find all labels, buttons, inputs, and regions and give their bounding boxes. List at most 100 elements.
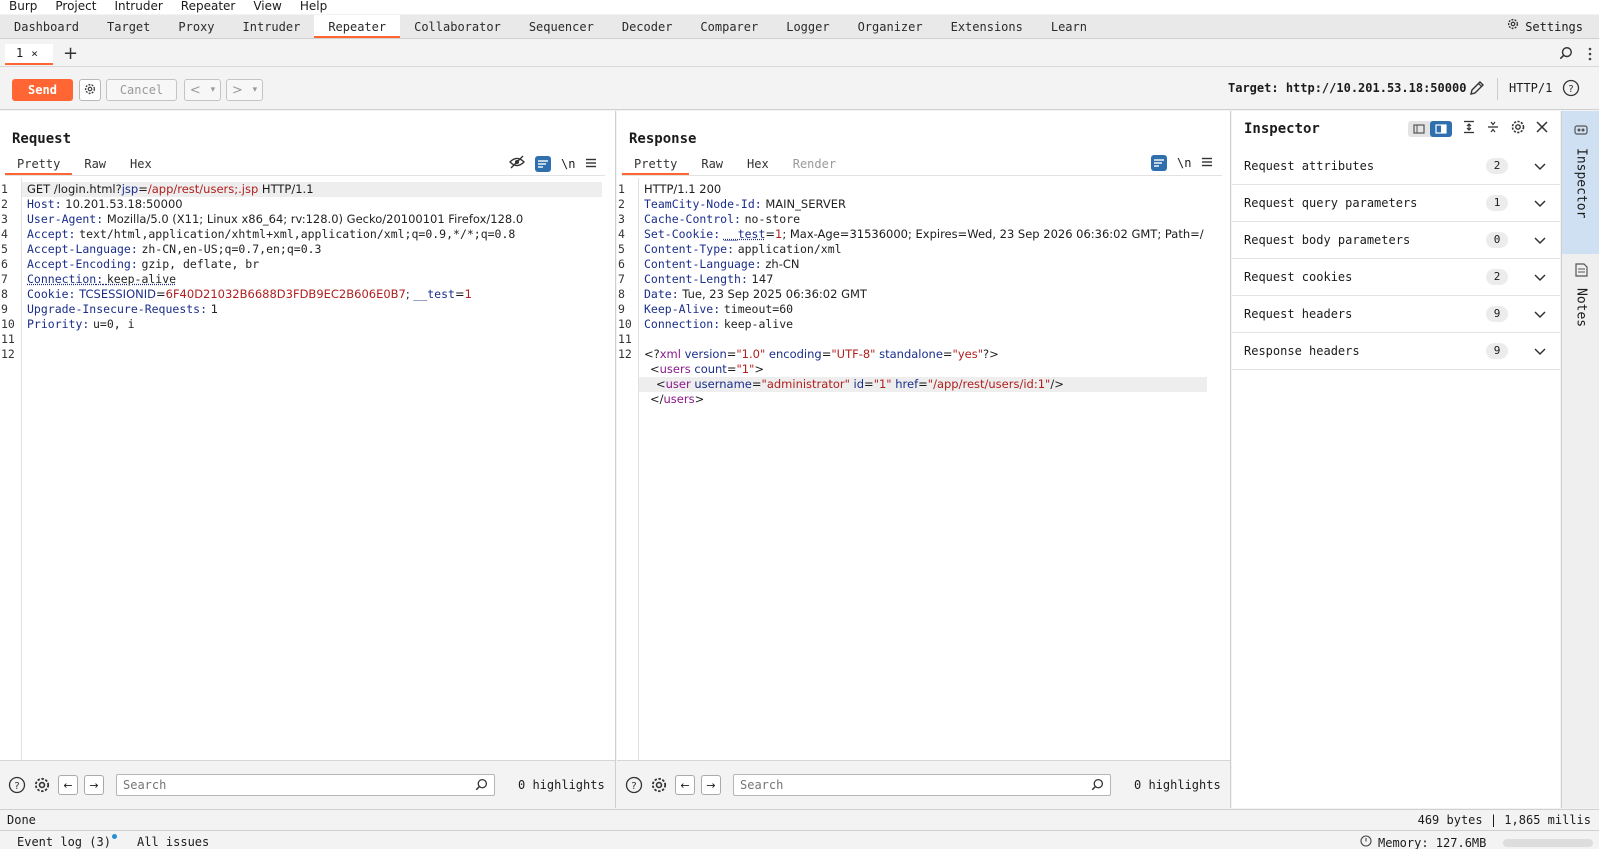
wrap-lines-icon[interactable] [1151, 155, 1167, 171]
gear-icon[interactable] [649, 775, 669, 795]
inspector-section-request-headers[interactable]: Request headers 9 [1232, 296, 1560, 333]
chevron-down-icon [1534, 160, 1546, 174]
tab-sequencer[interactable]: Sequencer [515, 15, 608, 38]
menu-help[interactable]: Help [291, 0, 336, 14]
inspector-section-request-cookies[interactable]: Request cookies 2 [1232, 259, 1560, 296]
status-text: Done [7, 813, 36, 827]
search-previous-button[interactable]: ← [58, 775, 78, 795]
wrap-lines-icon[interactable] [535, 155, 551, 172]
chevron-down-icon [1534, 271, 1546, 285]
code-line: 1 GET /login.html?jsp=/app/rest/users;.js… [0, 182, 602, 197]
main-tabs: Dashboard Target Proxy Intruder Repeater… [0, 15, 1599, 39]
menu-repeater[interactable]: Repeater [172, 0, 245, 14]
hamburger-menu-icon[interactable] [585, 157, 597, 171]
all-issues-link[interactable]: All issues [137, 835, 209, 849]
inspector-section-body-parameters[interactable]: Request body parameters 0 [1232, 222, 1560, 259]
cancel-button[interactable]: Cancel [106, 79, 177, 101]
tab-learn[interactable]: Learn [1037, 15, 1101, 38]
tab-repeater[interactable]: Repeater [314, 15, 401, 38]
search-next-button[interactable]: → [701, 775, 721, 795]
send-button[interactable]: Send [12, 79, 73, 101]
menu-dots-icon[interactable] [1587, 46, 1593, 65]
menu-intruder[interactable]: Intruder [105, 0, 171, 14]
help-icon[interactable]: ? [7, 775, 27, 795]
settings-button[interactable]: Settings [1506, 15, 1583, 39]
chevron-down-icon [1534, 308, 1546, 322]
hide-eye-icon[interactable] [509, 155, 525, 172]
hamburger-menu-icon[interactable] [1201, 156, 1213, 170]
gear-icon [1506, 15, 1520, 39]
request-tab-hex[interactable]: Hex [118, 155, 164, 175]
notification-dot [112, 834, 117, 839]
gear-icon[interactable] [32, 775, 52, 795]
chevron-down-icon: ▾ [252, 85, 258, 95]
list-view-icon[interactable] [1408, 121, 1430, 137]
collapse-all-icon[interactable] [1486, 120, 1500, 137]
code-line: 4 Set-Cookie: __test=1; Max-Age=31536000;… [618, 227, 1204, 241]
search-previous-button[interactable]: ← [675, 775, 695, 795]
forward-button[interactable]: > ▾ [226, 79, 263, 101]
request-tab-raw[interactable]: Raw [72, 155, 118, 175]
edit-target-icon[interactable] [1468, 79, 1486, 100]
help-icon[interactable]: ? [1562, 79, 1580, 100]
gear-icon[interactable] [1510, 119, 1526, 138]
response-tab-render[interactable]: Render [781, 155, 848, 175]
back-button[interactable]: < ▾ [184, 79, 221, 101]
menu-burp[interactable]: Burp [0, 0, 46, 14]
menu-project[interactable]: Project [46, 0, 105, 14]
memory-icon [1360, 835, 1372, 849]
event-log-link[interactable]: Event log (3) [17, 835, 111, 849]
response-tab-pretty[interactable]: Pretty [622, 155, 690, 175]
request-editor[interactable]: 1 GET /login.html?jsp=/app/rest/users;.js… [0, 178, 615, 760]
code-line: <user username="administrator" id="1" hr… [617, 377, 1207, 392]
toolbar-divider [1497, 78, 1498, 100]
chevron-left-icon: < [189, 82, 201, 98]
show-newlines-toggle[interactable]: \n [561, 157, 575, 171]
request-highlights-count: 0 highlights [518, 778, 605, 792]
tab-collaborator[interactable]: Collaborator [400, 15, 515, 38]
sidebar-tab-inspector[interactable]: Inspector [1562, 111, 1599, 254]
svg-text:?: ? [14, 781, 19, 792]
search-icon[interactable] [1559, 46, 1573, 63]
menu-view[interactable]: View [244, 0, 290, 14]
search-next-button[interactable]: → [84, 775, 104, 795]
request-search-input[interactable] [117, 775, 457, 795]
tab-intruder[interactable]: Intruder [229, 15, 315, 38]
tab-extensions[interactable]: Extensions [937, 15, 1037, 38]
request-tab-pretty[interactable]: Pretty [5, 155, 73, 175]
close-icon[interactable] [1536, 121, 1548, 136]
panel-view-icon[interactable] [1430, 120, 1452, 137]
response-search-input[interactable] [734, 775, 1073, 795]
close-icon[interactable]: × [31, 47, 38, 60]
repeater-tab-1[interactable]: 1 × [5, 44, 53, 65]
tab-logger[interactable]: Logger [772, 15, 843, 38]
show-newlines-toggle[interactable]: \n [1177, 156, 1191, 170]
tab-proxy[interactable]: Proxy [164, 15, 228, 38]
http-version[interactable]: HTTP/1 [1509, 81, 1552, 95]
inspector-section-response-headers[interactable]: Response headers 9 [1232, 333, 1560, 370]
response-tab-raw[interactable]: Raw [689, 155, 735, 175]
add-tab-button[interactable]: + [63, 43, 78, 64]
tab-decoder[interactable]: Decoder [608, 15, 687, 38]
send-options-button[interactable] [79, 79, 101, 101]
response-tab-hex[interactable]: Hex [735, 155, 781, 175]
help-icon[interactable]: ? [624, 775, 644, 795]
tab-dashboard[interactable]: Dashboard [0, 15, 93, 38]
sidebar-tab-notes[interactable]: Notes [1562, 263, 1599, 363]
tab-comparer[interactable]: Comparer [686, 15, 772, 38]
inspector-section-request-attributes[interactable]: Request attributes 2 [1232, 148, 1560, 185]
section-count: 2 [1486, 158, 1508, 174]
request-search-field[interactable] [116, 774, 495, 796]
response-editor[interactable]: 1 HTTP/1.1 200 2 TeamCity-Node-Id: MAIN_SE… [617, 178, 1230, 760]
tab-organizer[interactable]: Organizer [844, 15, 937, 38]
code-line: 6 Content-Language: zh-CN [618, 257, 800, 271]
section-count: 0 [1486, 232, 1508, 248]
tab-target[interactable]: Target [93, 15, 164, 38]
notes-icon [1574, 263, 1588, 280]
response-search-field[interactable] [733, 774, 1111, 796]
request-search-bar: ? ← → 0 highlights [0, 760, 615, 808]
expand-all-icon[interactable] [1462, 120, 1476, 137]
inspector-section-query-parameters[interactable]: Request query parameters 1 [1232, 185, 1560, 222]
sidebar-inspector-label: Inspector [1573, 148, 1589, 219]
code-line: 5 Content-Type: application/xml [618, 242, 842, 256]
